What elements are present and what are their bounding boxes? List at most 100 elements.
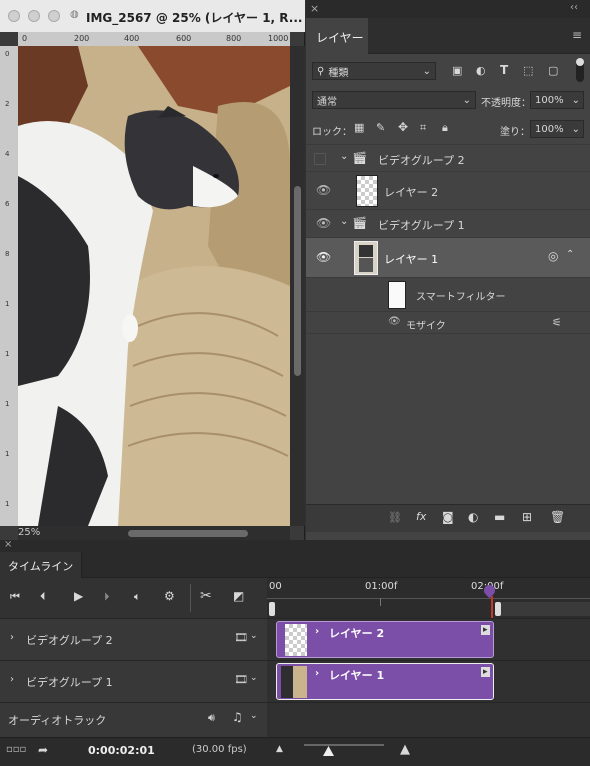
visibility-toggle-off[interactable] [314, 153, 326, 165]
track-name: オーディオトラック [8, 714, 107, 727]
close-panel-icon[interactable]: × [4, 539, 12, 550]
audio-icon[interactable]: 🔈︎ [134, 590, 141, 604]
new-layer-icon[interactable]: ⊞ [522, 510, 532, 524]
filter-kind-select[interactable]: ⚲ 種類 ⌄ [312, 62, 436, 80]
smartobject-filter-icon[interactable]: ▢ [548, 64, 558, 77]
chevron-down-icon[interactable]: ⌄ [340, 151, 348, 162]
frame-animation-icon[interactable]: ▫▫▫ [6, 744, 26, 755]
opacity-input[interactable]: 100% ⌄ [530, 91, 584, 109]
layer-name: レイヤー 1 [384, 253, 439, 266]
film-icon[interactable]: 🎞︎ [234, 673, 248, 686]
canvas-image[interactable] [18, 46, 290, 526]
previous-frame-icon[interactable]: ⏴ [40, 590, 46, 604]
close-panel-icon[interactable]: × [310, 2, 319, 15]
smart-filter-row[interactable]: スマートフィルター [306, 278, 590, 312]
folder-icon[interactable]: ▬ [494, 510, 505, 524]
work-area-start-handle[interactable] [269, 602, 275, 616]
clip-menu-icon[interactable]: ▸ [481, 667, 490, 677]
filter-options-icon[interactable]: ⚟ [552, 316, 562, 329]
chevron-up-icon[interactable]: ⌃ [566, 249, 574, 260]
lock-paint-icon[interactable]: ✎ [376, 121, 385, 134]
zoom-slider-handle[interactable] [323, 746, 334, 756]
first-frame-icon[interactable]: ⏮ [10, 590, 20, 604]
zoom-out-icon[interactable]: ▲ [276, 744, 283, 754]
lock-position-icon[interactable]: ✥ [398, 120, 408, 134]
chevron-right-icon[interactable]: › [315, 626, 319, 637]
film-icon[interactable]: 🎞︎ [234, 631, 248, 644]
track-header[interactable]: オーディオトラック 🔊︎ ♫ ⌄ [0, 703, 267, 737]
trash-icon[interactable]: 🗑︎ [550, 510, 565, 524]
scroll-thumb[interactable] [128, 530, 248, 537]
layers-tab-bar: レイヤー ≡ [306, 18, 590, 54]
render-video-icon[interactable]: ➦ [38, 743, 48, 757]
eye-icon[interactable]: 👁︎ [316, 183, 331, 197]
type-filter-icon[interactable]: T [500, 63, 508, 77]
layer-row-layer-2[interactable]: 👁︎ レイヤー 2 [306, 172, 590, 210]
chevron-down-icon[interactable]: ⌄ [250, 631, 258, 641]
blend-mode-select[interactable]: 通常 ⌄ [312, 91, 476, 109]
adjustment-filter-icon[interactable]: ◐ [476, 64, 486, 77]
next-frame-icon[interactable]: ⏵ [104, 590, 110, 604]
close-window-icon[interactable] [8, 10, 20, 22]
timeline-ruler[interactable]: 00 01:00f 02:00f [267, 578, 590, 618]
transition-icon[interactable]: ◩ [233, 589, 244, 603]
chevron-down-icon[interactable]: ⌄ [250, 711, 258, 721]
zoom-window-icon[interactable] [48, 10, 60, 22]
music-note-icon[interactable]: ♫ [232, 710, 243, 724]
filter-toggle[interactable] [576, 58, 584, 82]
clip-layer-1[interactable]: › レイヤー 1 ▸ [276, 663, 494, 700]
chevron-right-icon[interactable]: › [10, 674, 14, 685]
chevron-right-icon[interactable]: › [315, 668, 319, 679]
fx-icon[interactable]: fx [416, 510, 426, 523]
eye-icon[interactable]: 👁︎ [388, 316, 401, 327]
chevron-down-icon[interactable]: ⌄ [340, 216, 348, 227]
tab-layers[interactable]: レイヤー [306, 18, 368, 54]
filter-item-row[interactable]: 👁︎ モザイク ⚟ [306, 312, 590, 334]
split-scissors-icon[interactable]: ✂ [200, 588, 212, 604]
lock-artboard-icon[interactable]: ⌗ [420, 121, 426, 135]
ruler-label: 4 [5, 150, 10, 158]
layer-row-video-group-2[interactable]: ⌄ 🎬︎ ビデオグループ 2 [306, 144, 590, 172]
ruler-label: 0 [22, 34, 28, 43]
play-icon[interactable]: ▶ [74, 589, 83, 603]
scroll-thumb[interactable] [294, 186, 301, 376]
lock-all-icon[interactable]: 🔒︎ [442, 121, 448, 135]
track-audio[interactable]: オーディオトラック 🔊︎ ♫ ⌄ [0, 702, 590, 737]
tab-timeline[interactable]: タイムライン [0, 552, 82, 579]
shape-filter-icon[interactable]: ⬚ [523, 64, 533, 77]
zoom-level[interactable]: 25% [18, 527, 40, 538]
zoom-slider-track[interactable] [304, 744, 384, 746]
fill-input[interactable]: 100% ⌄ [530, 120, 584, 138]
adjustment-icon[interactable]: ◐ [468, 510, 478, 524]
eye-icon[interactable]: 👁︎ [316, 216, 331, 230]
eye-icon[interactable]: 👁︎ [316, 250, 331, 264]
collapse-panel-icon[interactable]: ‹‹ [570, 2, 578, 13]
clip-menu-icon[interactable]: ▸ [481, 625, 490, 635]
pixel-filter-icon[interactable]: ▣ [452, 64, 462, 77]
panel-menu-icon[interactable]: ≡ [572, 28, 582, 42]
track-header[interactable]: › ビデオグループ 2 🎞︎ ⌄ [0, 619, 267, 660]
link-icon[interactable]: ⛓︎ [388, 511, 402, 524]
layer-name: レイヤー 2 [384, 186, 439, 199]
clip-layer-2[interactable]: › レイヤー 2 ▸ [276, 621, 494, 658]
track-video-group-1[interactable]: › ビデオグループ 1 🎞︎ ⌄ › レイヤー 1 ▸ [0, 660, 590, 702]
layer-row-layer-1-selected[interactable]: 👁︎ レイヤー 1 ◎ ⌃ [306, 238, 590, 278]
lock-label: ロック： [312, 127, 352, 138]
chevron-down-icon[interactable]: ⌄ [250, 673, 258, 683]
chevron-right-icon[interactable]: › [10, 632, 14, 643]
lock-transparency-icon[interactable]: ▦ [354, 121, 364, 134]
track-header[interactable]: › ビデオグループ 1 🎞︎ ⌄ [0, 661, 267, 702]
mask-icon[interactable]: ◙ [442, 510, 454, 524]
zoom-in-icon[interactable]: ▲ [400, 742, 410, 757]
layer-row-video-group-1[interactable]: 👁︎ ⌄ 🎬︎ ビデオグループ 1 [306, 210, 590, 238]
timeline-controls: ⏮ ⏴ ▶ ⏵ 🔈︎ ⚙ ✂ ◩ [0, 578, 267, 618]
vertical-scrollbar[interactable] [290, 46, 305, 526]
minimize-window-icon[interactable] [28, 10, 40, 22]
vertical-ruler: 0 2 4 6 8 1 1 1 1 1 [0, 46, 18, 526]
settings-gear-icon[interactable]: ⚙ [164, 589, 175, 603]
current-timecode[interactable]: 0:00:02:01 [88, 744, 155, 757]
document-title-bar[interactable]: ◍ IMG_2567 @ 25% (レイヤー 1, R... [0, 0, 305, 32]
horizontal-scrollbar[interactable] [18, 526, 290, 540]
speaker-icon[interactable]: 🔊︎ [208, 711, 215, 725]
track-video-group-2[interactable]: › ビデオグループ 2 🎞︎ ⌄ › レイヤー 2 ▸ [0, 618, 590, 660]
